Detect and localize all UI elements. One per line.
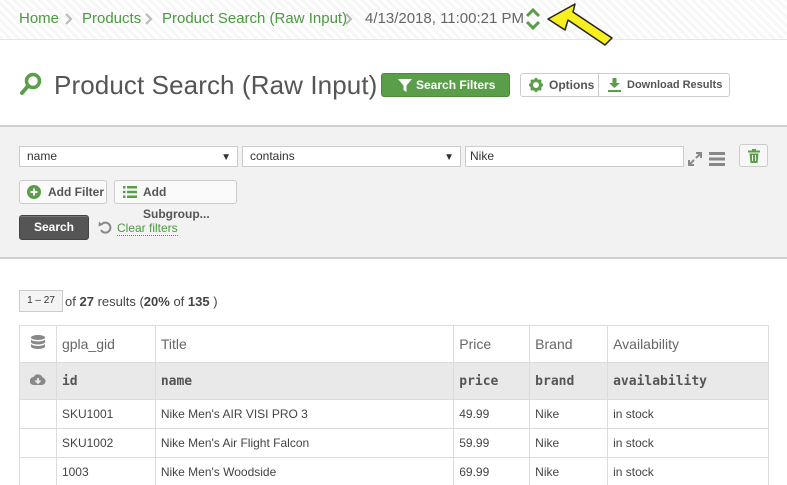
trash-icon xyxy=(748,149,760,163)
menu-lines-icon[interactable] xyxy=(709,152,725,166)
results-label: results ( xyxy=(97,294,144,309)
results-close-paren: ) xyxy=(213,294,218,309)
column-header[interactable]: Brand xyxy=(529,325,609,363)
table-row[interactable]: SKU1001 Nike Men's AIR VISI PRO 3 49.99 … xyxy=(19,399,769,429)
table-cell: Nike xyxy=(529,428,609,458)
download-results-button[interactable]: Download Results xyxy=(599,74,729,96)
results-summary: of 27 results (20% of 135 ) xyxy=(65,294,218,309)
results-percent: 20% xyxy=(143,294,170,309)
row-select-cell[interactable] xyxy=(19,399,57,429)
row-select-cell[interactable] xyxy=(19,428,57,458)
database-icon-cell xyxy=(19,325,57,363)
results-of-total-label: of xyxy=(173,294,185,309)
filter-field-value: name xyxy=(27,149,58,163)
database-icon xyxy=(30,334,45,349)
results-of-label: of xyxy=(65,294,76,309)
field-name: price xyxy=(453,362,531,400)
cloud-download-icon-cell xyxy=(19,362,57,400)
gear-icon xyxy=(529,78,543,92)
filter-icon xyxy=(398,79,412,92)
results-count: 27 xyxy=(79,294,94,309)
table-cell: 49.99 xyxy=(453,399,531,429)
results-total: 135 xyxy=(187,294,210,309)
table-cell: 69.99 xyxy=(453,457,531,485)
filter-value-input[interactable]: Nike xyxy=(465,146,684,167)
table-cell: SKU1002 xyxy=(55,428,156,458)
filter-panel: name ▼ contains ▼ Nike Add Filter Add Su… xyxy=(0,125,787,259)
page-title: Product Search (Raw Input) xyxy=(54,70,378,100)
field-name: id xyxy=(55,362,156,400)
search-filters-button[interactable]: Search Filters xyxy=(381,73,510,97)
table-cell: SKU1001 xyxy=(55,399,156,429)
search-button[interactable]: Search xyxy=(19,215,89,240)
results-range-badge[interactable]: 1 – 27 xyxy=(19,290,63,312)
table-cell: Nike Men's Air Flight Falcon xyxy=(154,428,455,458)
table-row[interactable]: 1003 Nike Men's Woodside 69.99 Nike in s… xyxy=(19,457,769,485)
download-icon xyxy=(608,78,621,92)
field-name: brand xyxy=(529,362,609,400)
column-header[interactable]: gpla_gid xyxy=(55,325,156,363)
field-name: name xyxy=(154,362,455,400)
add-filter-button[interactable]: Add Filter xyxy=(19,180,107,204)
field-name-row: id name price brand availability xyxy=(19,362,769,400)
row-select-cell[interactable] xyxy=(19,457,57,485)
dropdown-caret-icon: ▼ xyxy=(221,152,231,163)
chevron-right-icon xyxy=(65,10,73,28)
filter-operator-select[interactable]: contains ▼ xyxy=(242,146,461,167)
breadcrumb-timestamp: 4/13/2018, 11:00:21 PM xyxy=(365,10,525,27)
chevron-right-icon xyxy=(345,10,353,28)
breadcrumb-products[interactable]: Products xyxy=(82,10,141,28)
dropdown-caret-icon: ▼ xyxy=(444,152,454,163)
download-results-label: Download Results xyxy=(627,79,723,91)
table-cell: Nike Men's AIR VISI PRO 3 xyxy=(154,399,455,429)
options-label: Options xyxy=(549,78,595,92)
delete-filter-button[interactable] xyxy=(739,144,768,167)
filter-operator-value: contains xyxy=(250,149,295,163)
table-cell: 59.99 xyxy=(453,428,531,458)
toolbar-button-group: Options Download Results xyxy=(520,73,730,97)
breadcrumb-product-search[interactable]: Product Search (Raw Input) xyxy=(162,10,347,28)
results-table: gpla_gid Title Price Brand Availability … xyxy=(19,325,769,485)
add-subgroup-label: Add Subgroup... xyxy=(143,185,210,221)
add-filter-label: Add Filter xyxy=(48,185,104,199)
breadcrumb-home[interactable]: Home xyxy=(19,10,59,28)
breadcrumb-bar: Home Products Product Search (Raw Input)… xyxy=(0,0,787,40)
table-cell: 1003 xyxy=(55,457,156,485)
filter-field-select[interactable]: name ▼ xyxy=(19,146,238,167)
add-subgroup-button[interactable]: Add Subgroup... xyxy=(114,180,237,221)
annotation-arrow-icon xyxy=(547,3,613,46)
list-icon xyxy=(123,186,137,198)
column-header[interactable]: Title xyxy=(154,325,455,363)
table-cell: in stock xyxy=(607,399,769,429)
search-icon xyxy=(20,72,42,95)
options-button[interactable]: Options xyxy=(521,74,599,96)
column-header[interactable]: Price xyxy=(453,325,531,363)
column-header[interactable]: Availability xyxy=(607,325,769,363)
table-cell: Nike xyxy=(529,457,609,485)
expand-arrows-icon[interactable] xyxy=(687,151,703,167)
chevron-right-icon xyxy=(145,10,153,28)
undo-icon[interactable] xyxy=(98,220,113,235)
clear-filters-link[interactable]: Clear filters xyxy=(117,221,178,236)
table-cell: in stock xyxy=(607,428,769,458)
cloud-download-icon[interactable] xyxy=(29,373,46,386)
plus-circle-icon xyxy=(27,185,41,199)
table-cell: in stock xyxy=(607,457,769,485)
search-filters-label: Search Filters xyxy=(416,78,496,92)
table-cell: Nike xyxy=(529,399,609,429)
expand-collapse-icon[interactable] xyxy=(525,6,541,32)
column-header-row: gpla_gid Title Price Brand Availability xyxy=(19,325,769,363)
table-row[interactable]: SKU1002 Nike Men's Air Flight Falcon 59.… xyxy=(19,428,769,458)
table-cell: Nike Men's Woodside xyxy=(154,457,455,485)
field-name: availability xyxy=(607,362,769,400)
